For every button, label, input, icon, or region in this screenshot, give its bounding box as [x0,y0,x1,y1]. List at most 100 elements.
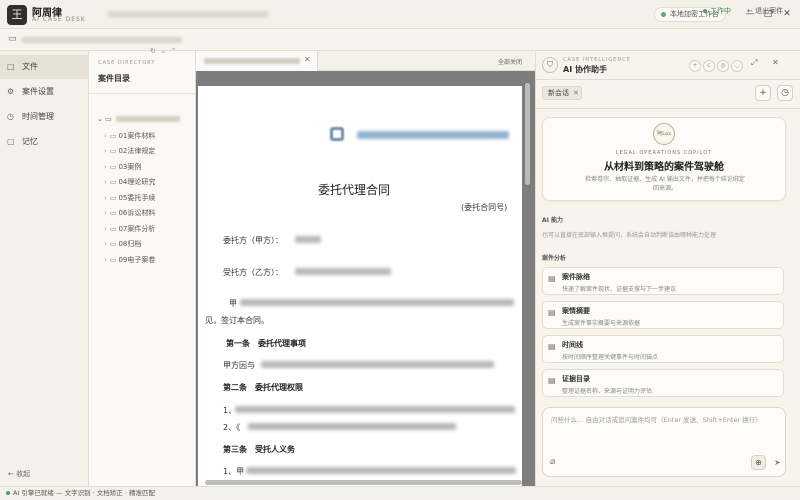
capability-label: AI 能力 [542,217,563,224]
chevron-right-icon: › [104,132,107,140]
chevron-right-icon: › [104,147,107,155]
folder-item[interactable]: › ▭ 06诉讼材料 [104,206,194,220]
nav-label: 记忆 [22,137,38,146]
nav-item-files[interactable]: □ 文件 [0,55,89,79]
folder-label: 06诉讼材料 [118,209,156,217]
send-icon[interactable]: ➤ [770,455,785,470]
feature-title: 证据目录 [562,375,590,383]
folder-icon: ▭ [8,34,17,44]
history-icon[interactable]: ◷ [777,85,793,101]
c-icon[interactable]: c [703,60,715,72]
folder-icon: ▭ [109,194,117,202]
engine-status: AI 引擎已就绪 [13,489,54,497]
status-dot-icon [6,491,10,495]
close-tab-icon[interactable]: ✕ [304,55,311,64]
new-session-button[interactable]: + [755,85,771,101]
nav-label: 案件设置 [22,87,54,96]
nav-item-memory[interactable]: ▢ 记忆 [0,130,89,154]
app-logo-icon: 王 [7,5,27,25]
firm-name-redacted [357,131,509,139]
directory-title: 案件目录 [98,74,130,83]
folder-item[interactable]: › ▭ 02法律规定 [104,144,194,158]
hero-title: 从材料到策略的案件驾驶舱 [604,162,724,173]
folder-item[interactable]: › ▭ 04理论研究 [104,175,194,189]
status-dot-icon [661,12,666,17]
close-session-icon[interactable]: ✕ [573,87,579,99]
expand-all-icon[interactable]: ⌃ [171,47,177,55]
attach-icon[interactable]: ⌀ [550,457,555,467]
analysis-label: 案件分析 [542,255,567,262]
feature-case-context[interactable]: ▤ 案件脉络 快速了解案件现状、证据支撑与下一步建议 [542,267,784,295]
chat-input[interactable] [551,414,779,444]
working-label: 工作中 [710,7,731,15]
ai-title: AI 协作助手 [563,65,607,74]
clock-icon: ◷ [7,112,14,121]
folder-icon: ▭ [109,163,117,171]
folder-item[interactable]: › ▭ 01案件材料 [104,129,194,143]
folder-icon: ▭ [109,178,117,186]
article-2-heading: 第二条 委托代理权限 [223,383,303,392]
chevron-right-icon: › [104,178,107,186]
shield-icon: ⛉ [542,57,558,73]
target-icon[interactable]: ◎ [717,60,729,72]
session-tab[interactable]: 新会话 ✕ [542,86,582,100]
status-dot-icon [703,9,707,13]
status-bar: AI 引擎已就绪 — 文字识别 · 文档矫正 · 精准匹配 [0,486,800,500]
client-name-redacted [295,236,321,243]
folder-label: 05委托手续 [118,194,156,202]
chevron-right-icon: › [104,163,107,171]
folder-item[interactable]: › ▭ 05委托手续 [104,191,194,205]
folder-icon: ▭ [109,147,117,155]
collapse-all-icon[interactable]: ⌄ [160,47,166,55]
feature-evidence-list[interactable]: ▤ 证据目录 整理证据名称、来源与证明力评估 [542,369,784,397]
vertical-scrollbar[interactable] [525,83,530,185]
refresh-icon[interactable]: ↻ [150,47,156,55]
folder-item[interactable]: › ▭ 07案件分析 [104,222,194,236]
document-icon: ▤ [548,376,556,385]
article-2-item-2: 2、《 [223,423,241,432]
exit-case-button[interactable]: ← 退出案件 [747,6,783,16]
hero-caption: LEGAL OPERATIONS COPILOT [615,150,713,156]
document-icon: ▤ [548,308,556,317]
nav-item-time[interactable]: ◷ 时间管理 [0,105,89,129]
folder-item[interactable]: › ▭ 08归档 [104,237,194,251]
feature-title: 时间线 [562,341,583,349]
nav-item-case-settings[interactable]: ⚙ 案件设置 [0,80,89,104]
document-tab[interactable]: ✕ [196,51,318,71]
firm-seal-icon [330,127,344,141]
feature-desc: 整理证据名称、来源与证明力评估 [562,388,653,395]
gear-icon: ⚙ [7,87,15,96]
collapse-nav-button[interactable]: ← 收起 [8,469,30,479]
horizontal-scrollbar[interactable] [205,480,522,485]
contract-number: (委托合同号) [461,203,508,212]
folder-icon: ▭ [105,115,112,123]
chevron-down-icon: ⌄ [97,115,103,123]
folder-item[interactable]: › ▭ 09电子案卷 [104,253,194,267]
expand-icon[interactable]: ⤢ [751,58,757,68]
divider [535,79,800,80]
left-nav: □ 文件 ⚙ 案件设置 ◷ 时间管理 ▢ 记忆 [0,51,89,486]
close-panel-icon[interactable]: ✕ [772,58,779,67]
tab-title-redacted [204,58,300,64]
agent-name-redacted [295,268,391,275]
feature-case-summary[interactable]: ▤ 案情摘要 生成案件事实概要与来源依据 [542,301,784,329]
feature-timeline[interactable]: ▤ 时间线 按时间顺序整理关键事件与时间锚点 [542,335,784,363]
folder-item[interactable]: › ▭ 03案例 [104,160,194,174]
article-3-item-1-redacted [246,467,516,474]
nav-label: 时间管理 [22,112,54,121]
plus-icon[interactable]: + [689,60,701,72]
close-all-button[interactable]: 全部关闭 [498,57,522,66]
folder-icon: ▭ [109,132,117,140]
feature-desc: 按时间顺序整理关键事件与时间锚点 [562,354,659,361]
folder-label: 03案例 [118,163,142,171]
globe-icon[interactable]: ⊕ [751,455,766,470]
app-subtitle: AI CASE DESK [32,16,86,23]
article-2-item-1-redacted [235,406,515,413]
wifi-icon[interactable]: ◡ [731,60,743,72]
chevron-right-icon: › [104,256,107,264]
article-1-line: 甲方因与 [223,361,255,370]
title-bar: 王 阿周律 AI CASE DESK 本地加密工作台 — □ ✕ [0,0,800,29]
memory-icon: ▢ [7,137,15,146]
tree-root[interactable]: ⌄ ▭ [97,115,180,123]
directory-caption: CASE DIRECTORY [98,60,156,66]
